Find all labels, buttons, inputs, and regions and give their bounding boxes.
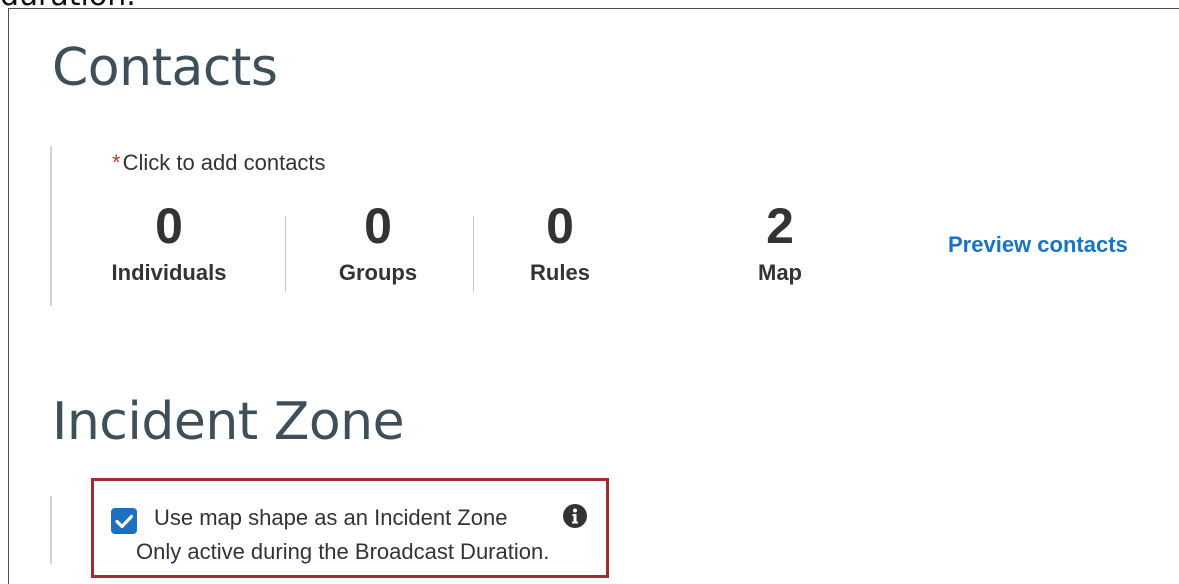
preview-contacts-link[interactable]: Preview contacts: [948, 232, 1128, 258]
map-stat[interactable]: 2 Map: [740, 196, 820, 286]
required-marker: *: [112, 150, 121, 175]
add-contacts-prompt[interactable]: *Click to add contacts: [112, 150, 326, 176]
rules-label: Rules: [530, 260, 590, 285]
rules-stat[interactable]: 0 Rules: [520, 196, 600, 286]
individuals-count: 0: [155, 198, 183, 254]
stat-divider: [285, 216, 286, 292]
incident-zone-checkbox-label[interactable]: Use map shape as an Incident Zone: [154, 505, 507, 531]
incident-zone-note: Only active during the Broadcast Duratio…: [136, 539, 550, 564]
check-icon: [115, 514, 134, 529]
page: duration. Contacts *Click to add contact…: [0, 0, 1179, 584]
add-contacts-label: Click to add contacts: [122, 150, 326, 175]
individuals-stat[interactable]: 0 Individuals: [108, 196, 230, 286]
incident-zone-title: Incident Zone: [52, 392, 405, 452]
incident-section-bar: [50, 496, 52, 564]
groups-label: Groups: [338, 260, 418, 285]
info-icon[interactable]: [562, 503, 588, 529]
individuals-label: Individuals: [111, 260, 227, 285]
groups-stat[interactable]: 0 Groups: [330, 196, 426, 286]
contacts-section-bar: [50, 146, 52, 306]
contacts-title: Contacts: [52, 38, 278, 98]
stat-divider: [473, 216, 474, 292]
groups-count: 0: [364, 198, 392, 254]
map-count: 2: [766, 198, 794, 254]
incident-zone-checkbox[interactable]: [111, 508, 137, 534]
map-label: Map: [758, 260, 802, 285]
rules-count: 0: [546, 198, 574, 254]
